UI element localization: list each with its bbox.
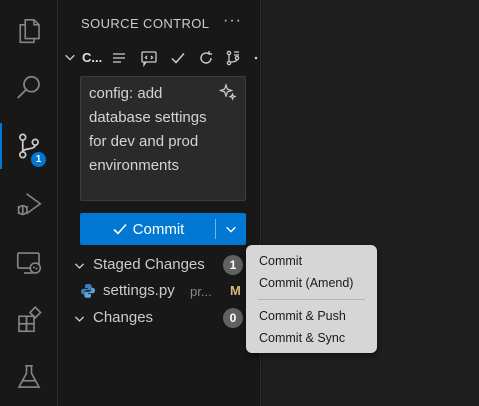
commit-message-text[interactable]: config: add database settings for dev an… [89,82,219,178]
repository-name: C... [82,50,103,65]
check-icon [113,223,127,235]
file-status-badge: M [230,283,241,298]
commit-button-label: Commit [132,220,185,238]
commit-dropdown-menu: Commit Commit (Amend) Commit & Push Comm… [246,245,377,353]
activity-explorer[interactable] [0,8,58,54]
commit-button-group: Commit [80,213,246,245]
file-path: pr... [190,284,212,299]
activity-remote-explorer[interactable] [0,240,58,286]
activity-run-debug[interactable] [0,182,58,228]
commit-button[interactable]: Commit [80,213,215,245]
staged-changes-label: Staged Changes [93,256,205,273]
chevron-down-icon [65,54,75,61]
menu-item-commit[interactable]: Commit [259,254,302,268]
chevron-down-icon [226,226,236,233]
remote-explorer-icon [16,252,42,274]
commit-message-input[interactable]: config: add database settings for dev an… [80,76,246,201]
python-file-icon [81,284,95,298]
repository-header[interactable]: C... [58,47,268,69]
menu-separator [258,299,365,300]
activity-search[interactable] [0,65,58,111]
flask-icon [17,364,41,388]
graph-icon[interactable] [224,49,242,67]
menu-item-commit-sync[interactable]: Commit & Sync [259,331,345,345]
menu-item-commit-amend[interactable]: Commit (Amend) [259,276,353,290]
sidebar-title: SOURCE CONTROL [81,16,210,31]
source-control-badge: 1 [30,151,47,168]
search-icon [17,75,40,99]
activity-bar: 1 [0,0,58,406]
files-icon [19,18,40,44]
comment-icon[interactable] [140,49,158,67]
chevron-down-icon [74,316,85,322]
changes-label: Changes [93,309,154,326]
commit-dropdown-button[interactable] [216,213,246,245]
list-icon[interactable] [110,49,128,67]
activity-source-control[interactable]: 1 [0,123,58,169]
source-control-sidebar: SOURCE CONTROL ··· C... config: add data… [58,0,261,406]
activity-extensions[interactable] [0,297,58,343]
sparkle-icon[interactable] [219,83,237,101]
more-icon[interactable] [252,49,260,67]
activity-testing[interactable] [0,354,58,400]
staged-changes-section[interactable]: Staged Changes 1 [58,254,261,276]
extensions-icon [18,306,42,333]
chevron-down-icon [74,263,85,269]
refresh-icon[interactable] [197,49,215,67]
check-icon[interactable] [169,49,187,67]
run-debug-icon [17,193,42,216]
changes-count-badge: 0 [223,308,243,328]
file-name: settings.py [103,282,175,299]
more-actions-button[interactable]: ··· [223,12,242,30]
staged-file-item[interactable]: settings.py pr... M [58,280,261,302]
menu-item-commit-push[interactable]: Commit & Push [259,309,346,323]
staged-count-badge: 1 [223,255,243,275]
changes-section[interactable]: Changes 0 [58,307,261,329]
